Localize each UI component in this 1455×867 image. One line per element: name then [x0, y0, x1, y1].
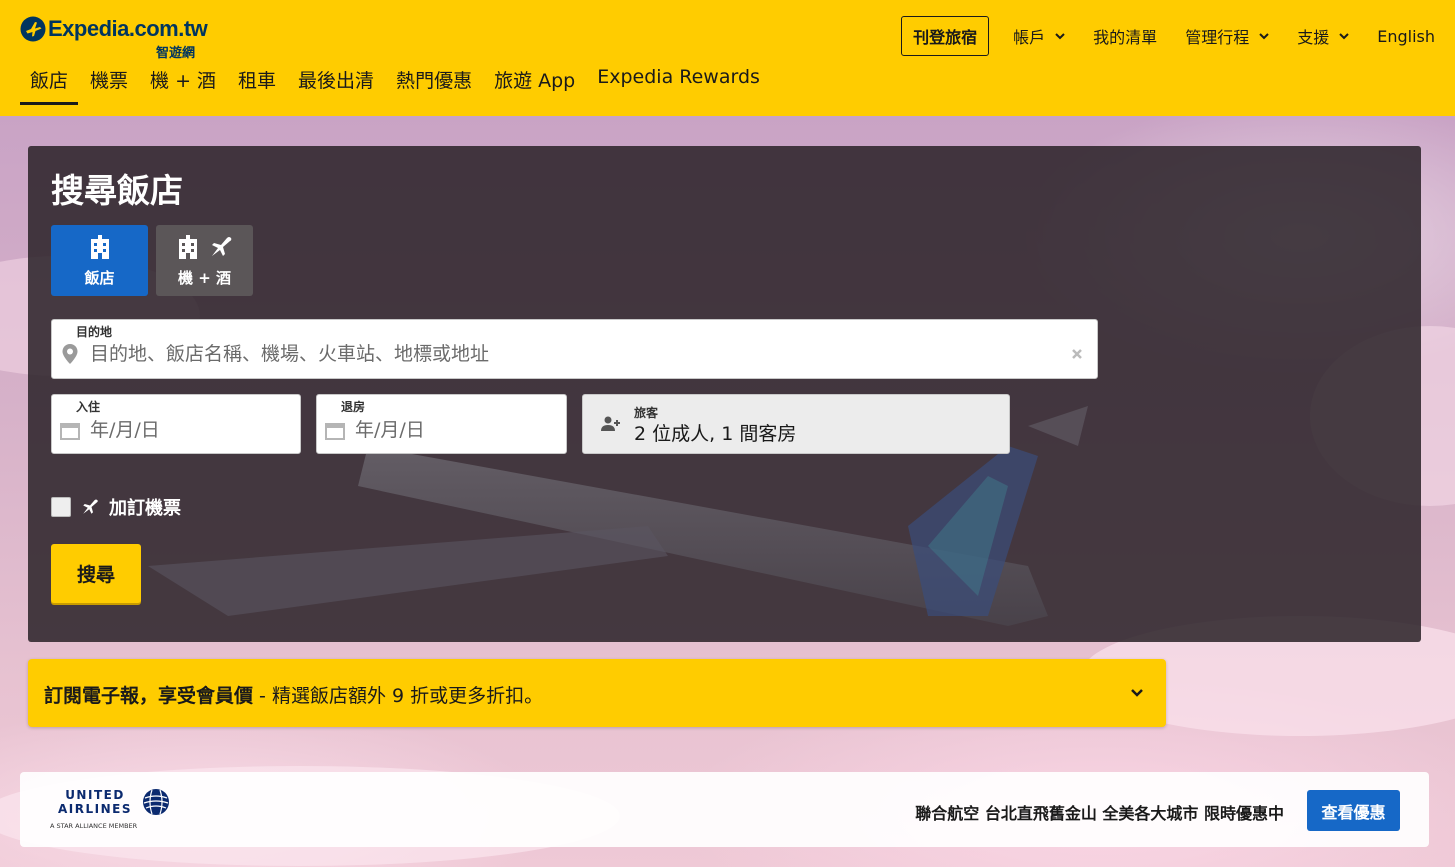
building-icon: [90, 235, 109, 259]
main-nav: 飯店 機票 機 + 酒 租車 最後出清 熱門優惠 旅遊 App Expedia …: [20, 66, 772, 105]
top-nav: 刊登旅宿 帳戶 我的清單 管理行程 支援 English: [901, 16, 1435, 56]
clear-icon[interactable]: [1071, 348, 1083, 360]
checkin-input[interactable]: [90, 419, 290, 441]
checkin-label: 入住: [76, 400, 101, 414]
united-brand-line1: UNITED: [65, 788, 125, 802]
support-menu[interactable]: 支援: [1297, 24, 1349, 48]
expedia-plane-logo-icon: [20, 16, 46, 42]
support-label: 支援: [1297, 28, 1330, 47]
checkin-field[interactable]: 入住: [51, 394, 301, 454]
type-hotel-label: 飯店: [84, 269, 115, 287]
newsletter-headline: 訂閱電子報，享受會員價: [44, 685, 254, 707]
search-button[interactable]: 搜尋: [51, 544, 141, 603]
newsletter-description: - 精選飯店額外 9 折或更多折扣。: [253, 685, 544, 707]
my-lists-link[interactable]: 我的清單: [1093, 24, 1157, 48]
united-brand-line2: AIRLINES: [58, 802, 132, 816]
account-menu[interactable]: 帳戶: [1013, 24, 1065, 48]
view-deal-button[interactable]: 查看優惠: [1307, 790, 1400, 831]
destination-field[interactable]: 目的地: [51, 319, 1098, 379]
united-airlines-ad: UNITED AIRLINES A STAR ALLIANCE MEMBER 聯…: [20, 772, 1429, 847]
nav-tab-flights[interactable]: 機票: [80, 66, 138, 105]
destination-label: 目的地: [76, 325, 113, 339]
calendar-icon: [325, 423, 345, 440]
add-flight-checkbox[interactable]: [51, 497, 71, 517]
language-label: English: [1377, 26, 1435, 46]
panel-title: 搜尋飯店: [51, 171, 183, 210]
star-alliance-text: A STAR ALLIANCE MEMBER: [50, 822, 138, 830]
newsletter-text: 訂閱電子報，享受會員價 - 精選飯店額外 9 折或更多折扣。: [44, 681, 543, 708]
my-lists-label: 我的清單: [1093, 28, 1158, 47]
plane-icon: [211, 237, 231, 256]
expedia-logo[interactable]: Expedia.com.tw 智遊網: [20, 14, 220, 61]
logo-text: Expedia.com.tw: [48, 16, 208, 41]
united-airlines-logo: UNITED AIRLINES A STAR ALLIANCE MEMBER: [50, 788, 180, 834]
travelers-value: 2 位成人, 1 間客房: [634, 423, 797, 445]
building-icon: [178, 235, 197, 259]
checkout-label: 退房: [341, 400, 366, 414]
nav-tab-last-minute[interactable]: 最後出清: [288, 66, 384, 105]
list-property-button[interactable]: 刊登旅宿: [901, 16, 990, 56]
chevron-down-icon: [1339, 33, 1349, 40]
hotel-search-panel: 搜尋飯店 飯店 機 + 酒 目的地 目的地、飯店名稱、機場、火車站、地標或地址 …: [28, 146, 1421, 642]
checkout-field[interactable]: 退房: [316, 394, 567, 454]
chevron-down-icon: [1259, 33, 1269, 40]
nav-tab-packages[interactable]: 機 + 酒: [140, 66, 226, 105]
travelers-selector[interactable]: 旅客 2 位成人, 1 間客房: [582, 394, 1010, 454]
type-package-button[interactable]: 機 + 酒: [156, 225, 253, 296]
add-flight-option[interactable]: 加訂機票: [51, 495, 181, 519]
location-pin-icon: [62, 344, 78, 364]
nav-tab-hotels[interactable]: 飯店: [20, 66, 79, 105]
nav-tab-cars[interactable]: 租車: [228, 66, 286, 105]
nav-tab-deals[interactable]: 熱門優惠: [386, 66, 482, 105]
plane-icon: [83, 499, 98, 514]
site-header: Expedia.com.tw 智遊網 刊登旅宿 帳戶 我的清單 管理行程 支援 …: [0, 0, 1455, 116]
united-globe-icon: [143, 789, 169, 815]
logo-subtext: 智遊網: [156, 46, 196, 61]
checkout-input[interactable]: [355, 419, 555, 441]
nav-tab-rewards[interactable]: Expedia Rewards: [587, 66, 770, 105]
calendar-icon: [60, 423, 80, 440]
language-link[interactable]: English: [1377, 27, 1435, 46]
type-hotel-button[interactable]: 飯店: [51, 225, 148, 296]
chevron-down-icon: [1055, 33, 1065, 40]
destination-input[interactable]: [90, 343, 990, 365]
chevron-down-icon[interactable]: [1130, 688, 1144, 698]
ad-text: 聯合航空 台北直飛舊金山 全美各大城市 限時優惠中: [915, 804, 1284, 823]
newsletter-banner[interactable]: 訂閱電子報，享受會員價 - 精選飯店額外 9 折或更多折扣。: [28, 659, 1166, 727]
united-airlines-wordmark: UNITED AIRLINES: [50, 788, 140, 816]
account-label: 帳戶: [1013, 28, 1046, 47]
add-flight-label: 加訂機票: [109, 498, 181, 519]
manage-trips-menu[interactable]: 管理行程: [1185, 24, 1269, 48]
manage-trips-label: 管理行程: [1185, 28, 1250, 47]
type-package-label: 機 + 酒: [177, 269, 231, 287]
travelers-icon: [601, 416, 620, 431]
nav-tab-app[interactable]: 旅遊 App: [484, 66, 585, 105]
